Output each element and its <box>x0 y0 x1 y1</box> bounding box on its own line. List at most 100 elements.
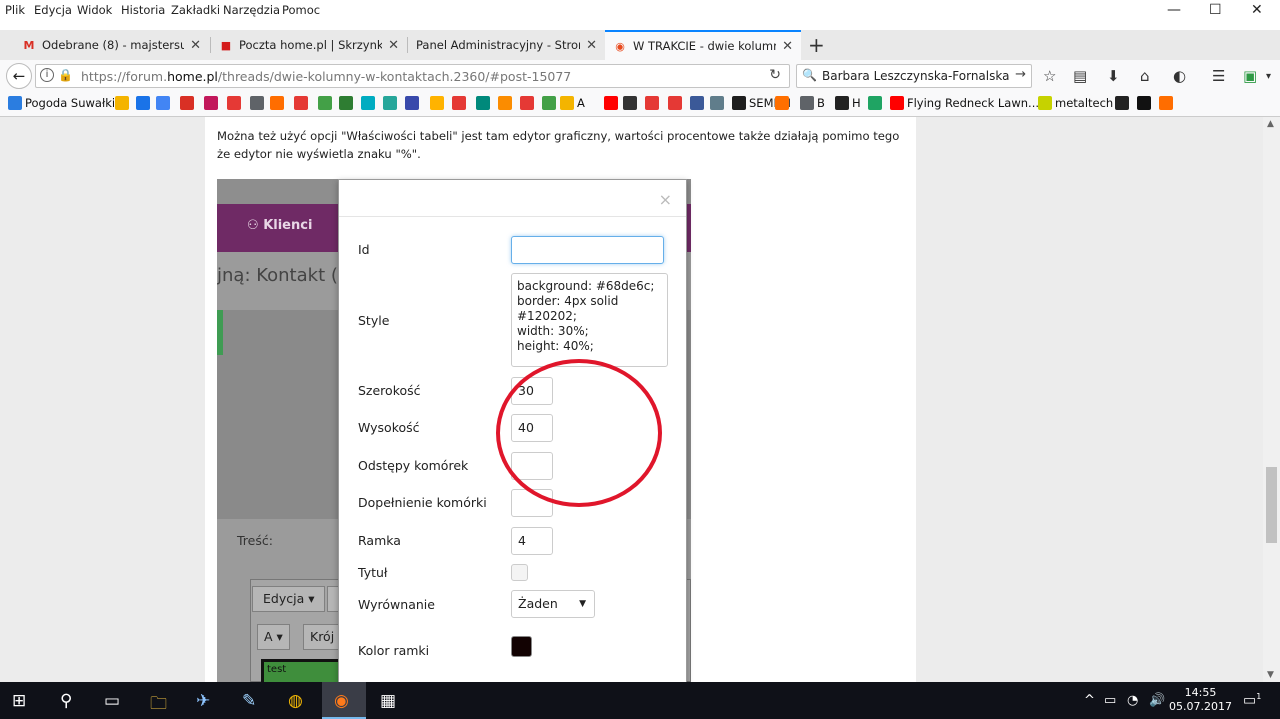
minimize-button[interactable]: — <box>1167 2 1181 18</box>
bookmark-item[interactable] <box>227 96 244 110</box>
close-tab-icon[interactable]: ✕ <box>782 39 793 54</box>
battery-icon[interactable]: ▭ <box>1104 693 1116 708</box>
bookmark-item[interactable]: Pogoda Suwałki <box>8 96 115 110</box>
bookmark-item[interactable] <box>115 96 132 110</box>
tab-panel-administracyjny[interactable]: Panel Administracyjny - Strony i ✕ <box>408 30 605 60</box>
extension-icon[interactable]: ▣ <box>1243 67 1257 85</box>
tab-gmail[interactable]: M Odebrane (8) - majstersuwał ✕ <box>14 30 209 60</box>
screenshot-green-indicator <box>217 310 223 355</box>
url-text[interactable]: https://forum.home.pl/threads/dwie-kolum… <box>81 69 571 84</box>
style-textarea[interactable]: background: #68de6c; border: 4px solid #… <box>511 273 668 367</box>
hamburger-menu-icon[interactable]: ☰ <box>1212 67 1225 85</box>
menu-pomoc[interactable]: Pomoc <box>282 3 320 17</box>
extension-dropdown-icon[interactable]: ▾ <box>1266 71 1271 82</box>
bookmark-item[interactable] <box>361 96 378 110</box>
align-select[interactable]: Żaden ▼ <box>511 590 595 618</box>
firefox-icon[interactable]: ◉ <box>334 691 349 711</box>
file-explorer-icon[interactable]: 🗀 <box>150 691 167 719</box>
bookmark-item[interactable] <box>156 96 173 110</box>
bookmark-item[interactable] <box>645 96 662 110</box>
bookmark-item[interactable] <box>250 96 267 110</box>
bookmark-item[interactable] <box>430 96 447 110</box>
bookmark-item[interactable]: H <box>835 96 861 110</box>
bookmark-item[interactable] <box>542 96 559 110</box>
bookmark-item[interactable]: Flying Redneck Lawn... <box>890 96 1039 110</box>
close-dialog-button[interactable]: × <box>659 190 672 209</box>
bookmark-item[interactable] <box>1159 96 1176 110</box>
menu-narzedzia[interactable]: Narzędzia <box>223 3 280 17</box>
taskbar-clock[interactable]: 14:55 05.07.2017 <box>1169 686 1232 714</box>
bookmark-item[interactable] <box>294 96 311 110</box>
close-window-button[interactable]: ✕ <box>1251 2 1263 18</box>
scrollbar-thumb[interactable] <box>1266 467 1277 543</box>
gmail-icon: M <box>23 38 35 52</box>
back-button[interactable]: ← <box>6 63 32 89</box>
bookmark-item[interactable] <box>270 96 287 110</box>
notes-icon[interactable]: ✎ <box>242 691 256 711</box>
close-tab-icon[interactable]: ✕ <box>388 38 399 53</box>
bookmark-item[interactable]: B <box>800 96 825 110</box>
chrome-icon[interactable]: ◍ <box>288 691 303 711</box>
scroll-up-icon[interactable]: ▲ <box>1267 119 1274 129</box>
bookmark-item[interactable] <box>604 96 621 110</box>
bookmark-item[interactable] <box>868 96 885 110</box>
volume-icon[interactable]: 🔊 <box>1149 693 1165 708</box>
tray-chevron-icon[interactable]: ^ <box>1084 693 1095 708</box>
bookmark-item[interactable] <box>452 96 469 110</box>
windows-start-icon[interactable]: ⊞ <box>12 691 26 711</box>
close-tab-icon[interactable]: ✕ <box>586 38 597 53</box>
tab-poczta[interactable]: ■ Poczta home.pl | Skrzynka o ✕ <box>211 30 407 60</box>
bookmark-item[interactable] <box>1137 96 1154 110</box>
home-icon[interactable]: ⌂ <box>1140 67 1150 85</box>
bookmark-item[interactable]: A <box>560 96 585 110</box>
bookmark-item[interactable] <box>339 96 356 110</box>
bookmark-item[interactable] <box>690 96 707 110</box>
menu-widok[interactable]: Widok <box>77 3 112 17</box>
search-go-icon[interactable]: → <box>1015 67 1026 82</box>
library-icon[interactable]: ▤ <box>1073 67 1087 85</box>
notifications-icon[interactable]: ▭1 <box>1243 692 1261 709</box>
bookmark-item[interactable] <box>710 96 727 110</box>
reload-icon[interactable]: ↻ <box>769 67 781 83</box>
bookmark-star-icon[interactable]: ☆ <box>1043 67 1056 85</box>
app-icon[interactable]: ✈ <box>196 691 210 711</box>
pocket-icon[interactable]: ◐ <box>1173 67 1186 85</box>
menu-zakladki[interactable]: Zakładki <box>171 3 220 17</box>
bookmark-item[interactable] <box>520 96 537 110</box>
url-bar[interactable]: i 🔒 https://forum.home.pl/threads/dwie-k… <box>35 64 790 88</box>
close-tab-icon[interactable]: ✕ <box>190 38 201 53</box>
bookmark-item[interactable] <box>383 96 400 110</box>
maximize-button[interactable]: ☐ <box>1209 2 1222 18</box>
id-input[interactable] <box>511 236 664 264</box>
search-input[interactable]: Barbara Leszczynska-Fornalska <box>822 69 1009 83</box>
bookmark-item[interactable] <box>498 96 515 110</box>
downloads-icon[interactable]: ⬇ <box>1107 67 1120 85</box>
bookmark-item[interactable] <box>204 96 221 110</box>
search-icon[interactable]: ⚲ <box>60 691 72 711</box>
bookmark-item[interactable] <box>318 96 335 110</box>
bookmark-item[interactable] <box>668 96 685 110</box>
menu-historia[interactable]: Historia <box>121 3 165 17</box>
new-tab-button[interactable]: + <box>808 33 825 57</box>
border-input[interactable]: 4 <box>511 527 553 555</box>
bookmark-item[interactable] <box>476 96 493 110</box>
border-color-swatch[interactable] <box>511 636 532 657</box>
menu-edycja[interactable]: Edycja <box>34 3 72 17</box>
bookmark-item[interactable] <box>136 96 153 110</box>
page-scrollbar[interactable]: ▲ ▼ <box>1263 117 1280 682</box>
search-bar[interactable]: 🔍 Barbara Leszczynska-Fornalska → <box>796 64 1032 88</box>
scroll-down-icon[interactable]: ▼ <box>1267 670 1274 680</box>
caption-checkbox[interactable] <box>511 564 528 581</box>
info-icon[interactable]: i <box>40 68 54 82</box>
bookmark-item[interactable] <box>623 96 640 110</box>
network-icon[interactable]: ◔ <box>1127 693 1138 708</box>
task-view-icon[interactable]: ▭ <box>104 691 120 711</box>
bookmark-item[interactable] <box>1115 96 1132 110</box>
menu-plik[interactable]: Plik <box>5 3 25 17</box>
bookmark-item[interactable] <box>405 96 422 110</box>
bookmark-item[interactable] <box>775 96 792 110</box>
calculator-icon[interactable]: ▦ <box>380 691 396 711</box>
bookmark-item[interactable]: metaltech <box>1038 96 1113 110</box>
tab-w-trakcie[interactable]: ◉ W TRAKCIE - dwie kolumny ✕ <box>605 30 801 60</box>
bookmark-item[interactable] <box>180 96 197 110</box>
